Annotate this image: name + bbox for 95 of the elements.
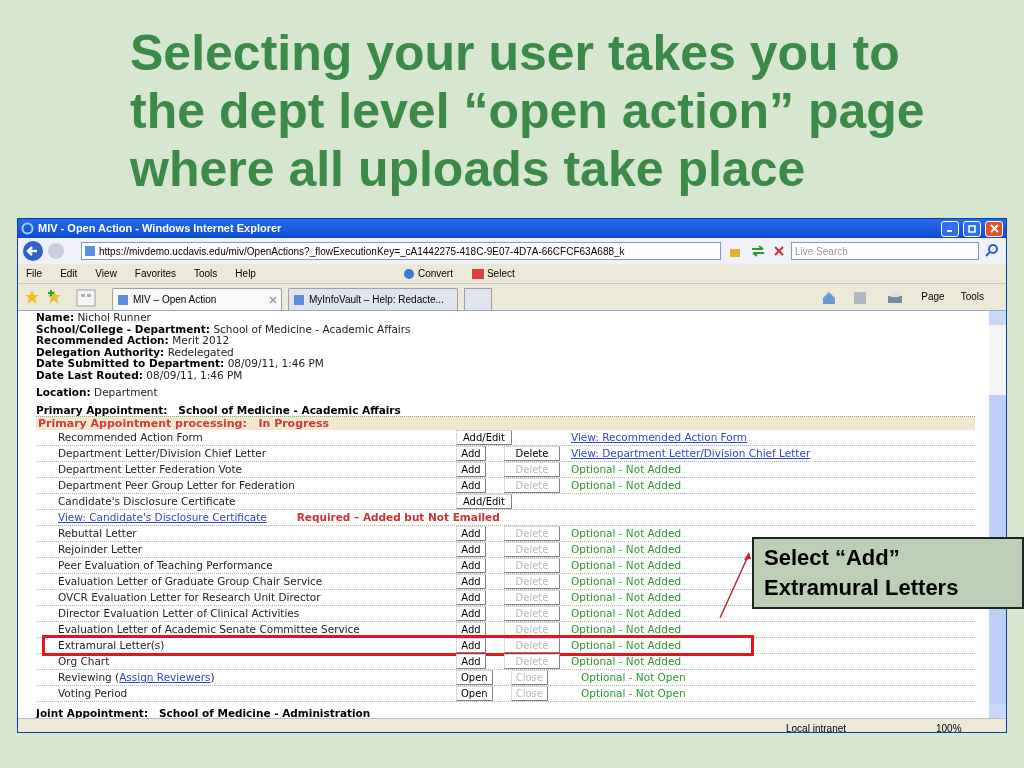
- item-label: Rejoinder Letter: [58, 543, 144, 556]
- favorites-star-icon[interactable]: [24, 289, 40, 305]
- close-button[interactable]: [985, 220, 1003, 237]
- status-text: Optional - Not Added: [571, 527, 682, 540]
- row-button[interactable]: Add: [456, 558, 486, 573]
- row-button[interactable]: Add/Edit: [456, 430, 512, 445]
- row-button[interactable]: Add: [456, 590, 486, 605]
- menu-item[interactable]: Edit: [60, 266, 78, 281]
- item-label: Evaluation Letter of Graduate Group Chair Service: [58, 575, 324, 588]
- row-button[interactable]: Add: [456, 542, 486, 557]
- status-text: Optional - Not Added: [571, 543, 682, 556]
- minimize-button[interactable]: [941, 220, 959, 237]
- detail-line: Name: Nichol Runner: [36, 312, 152, 324]
- page-icon: [84, 245, 96, 257]
- row-button[interactable]: Add: [456, 462, 486, 477]
- item-label: Department Letter/Division Chief Letter: [58, 447, 268, 460]
- page-icon: [293, 293, 305, 306]
- view-link[interactable]: View: Department Letter/Division Chief Letter: [571, 447, 811, 460]
- status-text: Optional - Not Added: [571, 639, 682, 652]
- item-label: OVCR Evaluation Letter for Research Unit Director: [58, 591, 322, 604]
- row-button[interactable]: Add: [456, 574, 486, 589]
- menu-item[interactable]: Tools: [194, 266, 218, 281]
- row-button[interactable]: Add: [456, 606, 486, 621]
- item-label: Recommended Action Form: [58, 431, 204, 444]
- menu-item[interactable]: File: [26, 266, 43, 281]
- status-text: Optional - Not Added: [571, 575, 682, 588]
- leader-line: [718, 550, 752, 620]
- detail-line: School/College - Department: School of Medicine - Academic Affairs: [36, 323, 412, 335]
- detail-line: Delegation Authority: Redelegated: [36, 346, 235, 358]
- processing-bar: Primary Appointment processing: In Progress: [36, 416, 975, 430]
- status-text: Optional - Not Added: [571, 559, 682, 572]
- address-field[interactable]: https://mivdemo.ucdavis.edu/miv/OpenActions?_flowExecutionKey=_cA1442275-418C-9E07-4D7A-66CFCF63A688_k: [81, 242, 721, 260]
- item-label: Voting Period: [58, 687, 129, 700]
- row-button[interactable]: Delete: [504, 446, 560, 461]
- detail-line: Date Last Routed: 08/09/11, 1:46 PM: [36, 369, 244, 381]
- back-icon[interactable]: [22, 240, 44, 262]
- view-link[interactable]: View: Recommended Action Form: [571, 431, 748, 444]
- item-label: Director Evaluation Letter of Clinical Activities: [58, 607, 301, 620]
- refresh-icon[interactable]: [749, 243, 767, 259]
- page-menu[interactable]: Page: [921, 289, 945, 304]
- row-button[interactable]: Open: [456, 670, 493, 685]
- restore-button[interactable]: [963, 220, 981, 237]
- item-label: Rebuttal Letter: [58, 527, 138, 540]
- item-label: Department Letter Federation Vote: [58, 463, 243, 476]
- status-text: Optional - Not Open: [581, 687, 686, 700]
- location-line: Location: Department: [36, 387, 159, 399]
- status-text: Optional - Not Added: [571, 479, 682, 492]
- row-button[interactable]: Add: [456, 526, 486, 541]
- restore-icon: [967, 224, 977, 233]
- required-note: Required – Added but Not Emailed: [296, 511, 500, 524]
- zoom-status: 100%: [936, 722, 963, 732]
- menu-item[interactable]: View: [95, 266, 117, 281]
- menu-item[interactable]: Help: [235, 266, 256, 281]
- page-icon: [117, 293, 129, 306]
- close-icon: [989, 224, 999, 233]
- slide-title: Selecting your user takes you to the dept level “open action” page where all uploads take place: [130, 24, 926, 198]
- callout-tooltip: Select “Add” Extramural Letters: [752, 537, 1024, 609]
- new-tab[interactable]: [464, 288, 492, 310]
- item-label: Candidate's Disclosure Certificate: [58, 495, 237, 508]
- status-text: Optional - Not Added: [571, 623, 682, 636]
- row-button[interactable]: Add: [456, 446, 486, 461]
- status-text: Optional - Not Added: [571, 607, 682, 620]
- browser-tab[interactable]: MyInfoVault – Help: Redacte...: [288, 288, 458, 310]
- detail-line: Date Submitted to Department: 08/09/11, 1:46 PM: [36, 358, 325, 370]
- row-button[interactable]: Add: [456, 654, 486, 669]
- menu-item[interactable]: Favorites: [134, 266, 176, 281]
- detail-line: Recommended Action: Merit 2012: [36, 335, 231, 347]
- row-button[interactable]: Add: [456, 638, 486, 653]
- browser-tab[interactable]: MIV – Open Action: [112, 288, 282, 310]
- zone-status: Local intranet: [786, 722, 848, 732]
- print-icon[interactable]: [887, 291, 904, 305]
- search-field[interactable]: Live Search: [791, 242, 979, 260]
- convert-button[interactable]: Convert: [417, 266, 453, 281]
- item-label: Department Peer Group Letter for Federation: [58, 479, 296, 492]
- view-link[interactable]: View: Candidate's Disclosure Certificate: [58, 511, 267, 524]
- select-button[interactable]: Select: [486, 266, 515, 281]
- status-text: Optional - Not Open: [581, 671, 686, 684]
- window-title: MIV - Open Action - Windows Internet Explorer: [38, 221, 283, 237]
- assign-link[interactable]: Assign Reviewers: [119, 670, 211, 683]
- status-text: Optional - Not Added: [571, 463, 682, 476]
- item-label: Evaluation Letter of Academic Senate Committee Service: [58, 623, 361, 636]
- appointment-heading: Primary Appointment: School of Medicine - Academic Affairs: [36, 404, 402, 416]
- item-label: Extramural Letter(s): [58, 639, 166, 652]
- item-label: Reviewing (Assign Reviewers): [58, 671, 216, 684]
- row-button[interactable]: Add/Edit: [456, 494, 512, 509]
- status-text: Optional - Not Added: [571, 655, 682, 668]
- add-favorite-icon[interactable]: [46, 289, 62, 305]
- status-text: Optional - Not Added: [571, 591, 682, 604]
- item-label: Org Chart: [58, 655, 111, 668]
- tools-menu[interactable]: Tools: [960, 289, 984, 304]
- home-icon[interactable]: [821, 291, 838, 305]
- row-button[interactable]: Add: [456, 478, 486, 493]
- row-button[interactable]: Open: [456, 686, 493, 701]
- item-label: Peer Evaluation of Teaching Performance: [58, 559, 274, 572]
- close-icon[interactable]: [269, 295, 277, 304]
